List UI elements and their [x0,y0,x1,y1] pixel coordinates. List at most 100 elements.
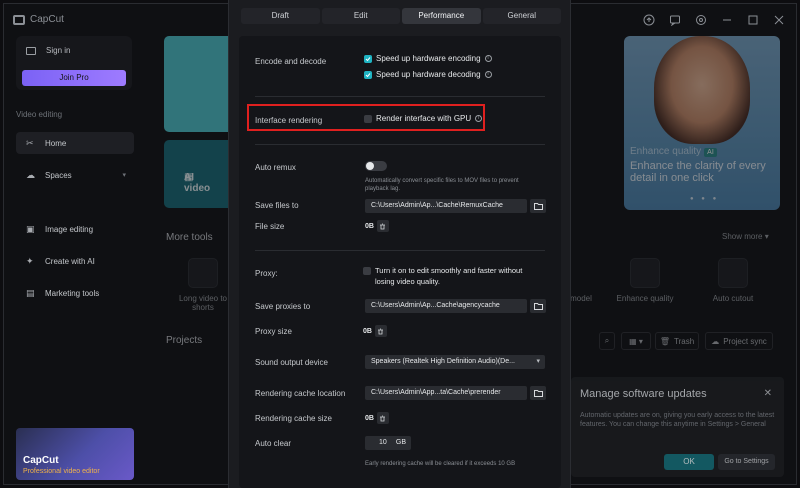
ai-video-label: AI video [184,172,211,194]
sidebar-item-label: Spaces [45,170,72,180]
banner-headline: Enhance the clarity of every detail in o… [630,160,766,184]
auto-clear-help: Early rendering cache will be cleared if… [365,461,516,467]
view-toggle-icon[interactable]: ▦ ▾ [621,332,651,350]
auto-clear-input[interactable]: 10 GB [365,436,411,450]
auto-remux-label: Auto remux [255,163,296,172]
sound-output-label: Sound output device [255,358,328,367]
auto-clear-label: Auto clear [255,439,292,448]
divider [255,96,545,97]
folder-icon[interactable] [530,299,546,313]
trash-button[interactable]: 🗑 Trash [655,332,699,350]
tool-auto-cutout[interactable]: Auto cutout [698,258,768,303]
toast-body: Automatic updates are on, giving you ear… [580,412,775,428]
search-icon[interactable]: ⌕ [599,332,615,350]
tab-draft[interactable]: Draft [241,8,320,24]
maximize-icon[interactable] [746,13,760,27]
image-icon: ▣ [26,223,35,234]
save-files-path[interactable]: C:\Users\Admin\Ap...\Cache\RemuxCache [365,199,527,213]
info-icon: i [484,71,492,78]
sidebar-item-label: Create with AI [45,256,95,266]
settings-dialog: Draft Edit Performance General Encode an… [228,0,571,488]
chevron-down-icon: ▾ [536,358,540,365]
ai-video-card[interactable]: ▦ AI video [164,140,234,208]
enhance-quality-banner[interactable]: Enhance quality AI Enhance the clarity of… [624,36,780,210]
sidebar-item-label: Image editing [45,224,94,234]
tool-enhance-quality[interactable]: Enhance quality [610,258,680,303]
close-icon[interactable] [772,13,786,27]
divider [255,144,545,145]
hero-banner[interactable] [164,36,234,132]
user-card-icon [26,46,36,55]
ok-button[interactable]: OK [664,454,714,470]
settings-gear-icon[interactable] [694,13,708,27]
hw-encoding-checkbox[interactable]: Speed up hardware encoding i [364,54,492,63]
trash-icon[interactable] [376,412,389,424]
hw-decoding-checkbox[interactable]: Speed up hardware decoding i [364,70,492,79]
sound-output-select[interactable]: Speakers (Realtek High Definition Audio)… [365,355,545,369]
projects-heading: Projects [166,335,203,346]
folder-icon[interactable] [530,386,546,400]
close-icon[interactable]: ✕ [764,388,772,399]
tab-performance[interactable]: Performance [402,8,481,24]
checkbox-checked-icon [364,54,372,63]
sign-in-label: Sign in [46,46,71,55]
capcut-promo-card[interactable]: CapCut Professional video editor [16,428,134,480]
join-pro-button[interactable]: Join Pro [22,70,126,86]
trash-icon[interactable] [376,220,389,232]
sidebar-item-image-editing[interactable]: ▣ Image editing [16,218,134,240]
sync-icon: ☁ [711,336,720,346]
info-icon: i [484,55,492,62]
sidebar-item-create-with-ai[interactable]: ✦ Create with AI [16,250,134,272]
promo-title: CapCut [23,455,59,466]
settings-tabs: Draft Edit Performance General [241,8,561,28]
feedback-icon[interactable] [668,13,682,27]
rendering-cache-location-label: Rendering cache location [255,389,346,398]
account-card: Sign in Join Pro [16,36,132,90]
checkbox-unchecked-icon [363,267,371,275]
sidebar-item-spaces[interactable]: ☁ Spaces ▾ [16,164,134,186]
project-sync-button[interactable]: ☁ Project sync [705,332,773,350]
sidebar: Sign in Join Pro Video editing ✂ Home ☁ … [4,32,144,484]
document-icon: ▤ [26,287,35,298]
proxy-label: Proxy: [255,269,278,278]
proxy-size-label: Proxy size [255,327,292,336]
show-more-link[interactable]: Show more ▾ [722,232,769,241]
promo-subtitle: Professional video editor [23,468,100,475]
auto-remux-toggle[interactable] [365,161,387,171]
rendering-cache-path[interactable]: C:\Users\Admin\App...ta\Cache\prerender [365,386,527,400]
tab-general[interactable]: General [482,8,561,24]
save-proxies-label: Save proxies to [255,302,311,311]
highlight-box [247,104,485,131]
more-tools-heading: More tools [166,232,213,243]
encode-decode-label: Encode and decode [255,57,327,66]
window-controls [642,13,786,27]
auto-remux-help: Automatically convert specific files to … [365,178,519,192]
proxy-size-value: 0B [363,325,387,337]
banner-tag: Enhance quality AI [630,146,717,157]
rendering-cache-size-value: 0B [365,412,389,424]
proxy-checkbox[interactable]: Turn it on to edit smoothly and faster w… [363,265,543,287]
trash-icon[interactable] [374,325,387,337]
save-proxies-path[interactable]: C:\Users\Admin\Ap...Cache\agencycache [365,299,527,313]
rendering-cache-size-label: Rendering cache size [255,414,332,423]
chevron-down-icon: ▾ [122,172,126,179]
trash-icon: 🗑 [659,336,670,346]
checkbox-checked-icon [364,70,372,79]
cloud-icon: ☁ [26,169,35,180]
update-notification: Manage software updates ✕ Automatic upda… [571,377,784,477]
sign-in-link[interactable]: Sign in [26,46,70,55]
minimize-icon[interactable] [720,13,734,27]
sidebar-item-label: Marketing tools [45,288,100,298]
capcut-logo-icon [13,14,25,25]
scissors-icon: ✂ [26,137,34,148]
tab-edit[interactable]: Edit [321,8,400,24]
go-to-settings-button[interactable]: Go to Settings [718,454,775,470]
section-video-editing: Video editing [16,110,63,119]
sparkle-icon: ✦ [26,255,34,266]
folder-icon[interactable] [530,199,546,213]
carousel-dots[interactable]: ● ● ● [690,196,719,202]
sidebar-item-marketing-tools[interactable]: ▤ Marketing tools [16,282,134,304]
file-size-value: 0B [365,220,389,232]
sidebar-item-home[interactable]: ✂ Home [16,132,134,154]
upload-icon[interactable] [642,13,656,27]
